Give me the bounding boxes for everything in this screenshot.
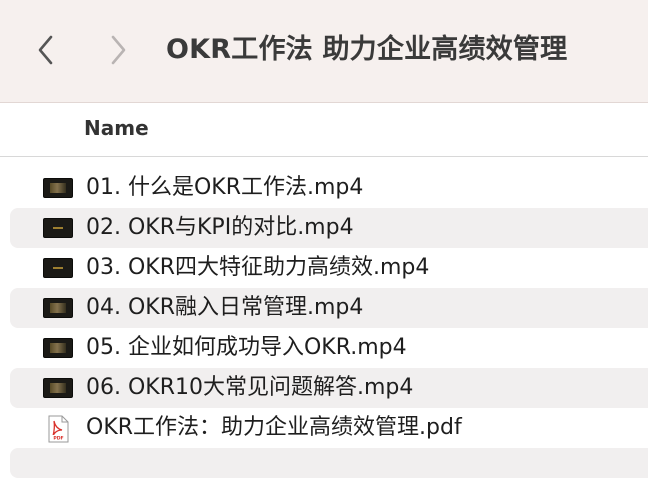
video-thumbnail-icon	[43, 178, 73, 198]
video-thumbnail-icon	[43, 258, 73, 278]
file-name: OKR工作法：助力企业高绩效管理.pdf	[86, 415, 462, 440]
file-row[interactable]: 04. OKR融入日常管理.mp4	[0, 288, 648, 328]
file-name: 03. OKR四大特征助力高绩效.mp4	[86, 255, 430, 280]
file-row[interactable]: 06. OKR10大常见问题解答.mp4	[0, 368, 648, 408]
video-thumbnail-icon	[43, 298, 73, 318]
column-header-name[interactable]: Name	[84, 116, 149, 140]
file-name: 06. OKR10大常见问题解答.mp4	[86, 375, 414, 400]
back-button[interactable]	[28, 30, 64, 70]
file-name: 01. 什么是OKR工作法.mp4	[86, 175, 364, 200]
video-thumbnail-icon	[43, 218, 73, 238]
file-row[interactable]: 02. OKR与KPI的对比.mp4	[0, 208, 648, 248]
chevron-right-icon	[111, 35, 126, 65]
file-row[interactable]: 01. 什么是OKR工作法.mp4	[0, 168, 648, 208]
list-header: Name	[0, 104, 648, 157]
svg-text:PDF: PDF	[53, 436, 63, 442]
video-thumbnail-icon	[43, 378, 73, 398]
window-toolbar: OKR工作法 助力企业高绩效管理	[0, 0, 648, 103]
chevron-left-icon	[38, 35, 53, 65]
window-title: OKR工作法 助力企业高绩效管理	[166, 34, 568, 65]
empty-row	[0, 448, 648, 478]
file-name: 04. OKR融入日常管理.mp4	[86, 295, 364, 320]
file-name: 05. 企业如何成功导入OKR.mp4	[86, 335, 407, 360]
pdf-file-icon: PDF	[48, 415, 69, 443]
file-name: 02. OKR与KPI的对比.mp4	[86, 215, 354, 240]
file-list: 01. 什么是OKR工作法.mp4 02. OKR与KPI的对比.mp4 03.…	[0, 168, 648, 478]
file-row[interactable]: 05. 企业如何成功导入OKR.mp4	[0, 328, 648, 368]
forward-button[interactable]	[100, 30, 136, 70]
video-thumbnail-icon	[43, 338, 73, 358]
file-row[interactable]: PDF OKR工作法：助力企业高绩效管理.pdf	[0, 408, 648, 448]
file-row[interactable]: 03. OKR四大特征助力高绩效.mp4	[0, 248, 648, 288]
